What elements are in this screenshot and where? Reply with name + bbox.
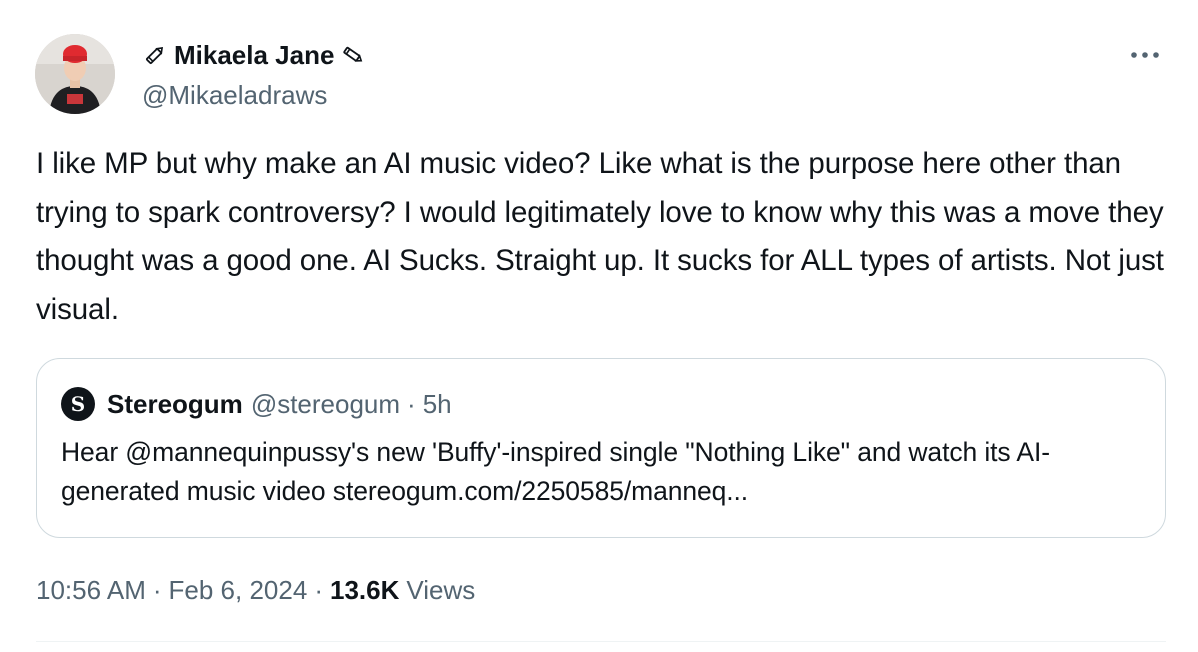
quote-timestamp[interactable]: 5h	[423, 387, 452, 421]
author-name-row[interactable]: Mikaela Jane	[142, 38, 366, 72]
pencil-icon	[142, 42, 168, 68]
author-name[interactable]: Mikaela Jane	[174, 38, 334, 72]
divider	[36, 641, 1166, 642]
quote-avatar[interactable]: S	[61, 387, 95, 421]
quote-author-name[interactable]: Stereogum	[107, 387, 243, 421]
author-handle[interactable]: @Mikaeladraws	[142, 78, 327, 112]
quote-separator: ·	[407, 389, 416, 419]
quote-tweet-card[interactable]: S Stereogum @stereogum · 5h Hear @manneq…	[36, 358, 1166, 538]
pencil-icon	[340, 42, 366, 68]
meta-separator: ·	[314, 575, 323, 605]
views-label[interactable]: Views	[406, 572, 475, 608]
avatar-photo	[35, 34, 115, 114]
meta-separator: ·	[152, 575, 162, 605]
quote-text: Hear @mannequinpussy's new 'Buffy'-inspi…	[61, 437, 1050, 506]
more-button[interactable]	[1128, 38, 1162, 72]
tweet-text: I like MP but why make an AI music video…	[36, 147, 1173, 326]
tweet: Mikaela Jane @Mikaeladraws I like MP but…	[0, 0, 1198, 652]
tweet-meta: 10:56 AM · Feb 6, 2024 · 13.6K Views	[36, 572, 475, 608]
views-count[interactable]: 13.6K	[330, 572, 399, 608]
tweet-time[interactable]: 10:56 AM	[36, 572, 146, 608]
avatar[interactable]	[35, 34, 115, 114]
quote-header: S Stereogum @stereogum · 5h	[61, 387, 452, 421]
tweet-date[interactable]: Feb 6, 2024	[169, 572, 308, 608]
more-dots-icon	[1131, 52, 1159, 58]
quote-author-handle[interactable]: @stereogum	[251, 387, 400, 421]
